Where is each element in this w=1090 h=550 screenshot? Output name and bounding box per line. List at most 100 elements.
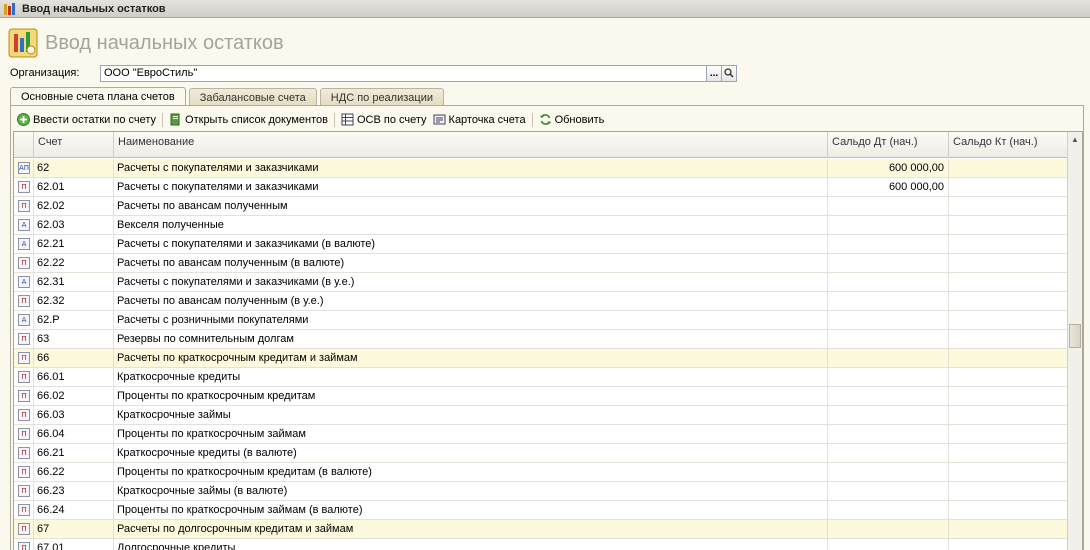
cell-credit[interactable] (949, 235, 1068, 254)
cell-name[interactable]: Краткосрочные займы (114, 406, 828, 425)
cell-name[interactable]: Расчеты по краткосрочным кредитам и займ… (114, 349, 828, 368)
cell-credit[interactable] (949, 406, 1068, 425)
cell-name[interactable]: Проценты по краткосрочным кредитам (в ва… (114, 463, 828, 482)
cell-name[interactable]: Расчеты с покупателями и заказчиками (114, 178, 828, 197)
cell-account[interactable]: 66.24 (34, 501, 114, 520)
tab-vat-sales[interactable]: НДС по реализации (319, 88, 444, 106)
cell-account[interactable]: 66.01 (34, 368, 114, 387)
cell-debit[interactable] (828, 539, 949, 550)
cell-name[interactable]: Векселя полученные (114, 216, 828, 235)
cell-debit[interactable] (828, 311, 949, 330)
header-debit[interactable]: Сальдо Дт (нач.) (828, 132, 949, 158)
cell-debit[interactable] (828, 235, 949, 254)
cell-credit[interactable] (949, 482, 1068, 501)
cell-account[interactable]: 62.22 (34, 254, 114, 273)
cell-credit[interactable] (949, 311, 1068, 330)
cell-credit[interactable] (949, 387, 1068, 406)
cell-account[interactable]: 62 (34, 159, 114, 178)
table-row[interactable]: П 67 Расчеты по долгосрочным кредитам и за… (14, 520, 1068, 539)
osv-button[interactable]: ОСВ по счету (338, 111, 430, 129)
cell-name[interactable]: Расчеты по авансам полученным (114, 197, 828, 216)
cell-name[interactable]: Расчеты с покупателями и заказчиками (в … (114, 235, 828, 254)
cell-debit[interactable] (828, 254, 949, 273)
table-row[interactable]: А 62.Р Расчеты с розничными покупателями (14, 311, 1068, 330)
cell-debit[interactable] (828, 501, 949, 520)
cell-name[interactable]: Проценты по краткосрочным займам (114, 425, 828, 444)
header-name[interactable]: Наименование (114, 132, 828, 158)
cell-credit[interactable] (949, 463, 1068, 482)
cell-account[interactable]: 66 (34, 349, 114, 368)
cell-debit[interactable] (828, 216, 949, 235)
table-row[interactable]: П 66.01 Краткосрочные кредиты (14, 368, 1068, 387)
table-row[interactable]: АП 62 Расчеты с покупателями и заказчиками… (14, 159, 1068, 178)
cell-credit[interactable] (949, 216, 1068, 235)
cell-debit[interactable] (828, 425, 949, 444)
cell-name[interactable]: Расчеты с покупателями и заказчиками (в … (114, 273, 828, 292)
cell-credit[interactable] (949, 197, 1068, 216)
cell-account[interactable]: 62.Р (34, 311, 114, 330)
cell-debit[interactable] (828, 463, 949, 482)
cell-debit[interactable] (828, 273, 949, 292)
cell-account[interactable]: 66.02 (34, 387, 114, 406)
cell-name[interactable]: Расчеты с розничными покупателями (114, 311, 828, 330)
table-row[interactable]: П 67.01 Долгосрочные кредиты (14, 539, 1068, 550)
cell-debit[interactable] (828, 482, 949, 501)
cell-name[interactable]: Краткосрочные кредиты (114, 368, 828, 387)
header-account[interactable]: Счет (34, 132, 114, 158)
cell-credit[interactable] (949, 273, 1068, 292)
open-documents-button[interactable]: Открыть список документов (166, 111, 331, 129)
tab-main-accounts[interactable]: Основные счета плана счетов (10, 87, 186, 106)
cell-debit[interactable] (828, 330, 949, 349)
table-row[interactable]: П 63 Резервы по сомнительным долгам (14, 330, 1068, 349)
table-row[interactable]: А 62.21 Расчеты с покупателями и заказчика… (14, 235, 1068, 254)
cell-debit[interactable] (828, 197, 949, 216)
cell-credit[interactable] (949, 425, 1068, 444)
cell-debit[interactable] (828, 292, 949, 311)
cell-debit[interactable]: 600 000,00 (828, 159, 949, 178)
cell-debit[interactable] (828, 368, 949, 387)
cell-name[interactable]: Расчеты по авансам полученным (в у.е.) (114, 292, 828, 311)
table-row[interactable]: П 62.32 Расчеты по авансам полученным (в у… (14, 292, 1068, 311)
cell-credit[interactable] (949, 444, 1068, 463)
cell-name[interactable]: Долгосрочные кредиты (114, 539, 828, 550)
cell-account[interactable]: 67 (34, 520, 114, 539)
cell-credit[interactable] (949, 159, 1068, 178)
cell-account[interactable]: 66.03 (34, 406, 114, 425)
scroll-up-icon[interactable]: ▲ (1068, 132, 1082, 147)
cell-debit[interactable]: 600 000,00 (828, 178, 949, 197)
cell-account[interactable]: 66.21 (34, 444, 114, 463)
cell-name[interactable]: Расчеты с покупателями и заказчиками (114, 159, 828, 178)
cell-credit[interactable] (949, 330, 1068, 349)
cell-name[interactable]: Краткосрочные займы (в валюте) (114, 482, 828, 501)
table-row[interactable]: П 66.04 Проценты по краткосрочным займам (14, 425, 1068, 444)
table-row[interactable]: А 62.03 Векселя полученные (14, 216, 1068, 235)
table-row[interactable]: П 62.01 Расчеты с покупателями и заказчика… (14, 178, 1068, 197)
cell-credit[interactable] (949, 254, 1068, 273)
cell-credit[interactable] (949, 349, 1068, 368)
cell-name[interactable]: Резервы по сомнительным долгам (114, 330, 828, 349)
cell-credit[interactable] (949, 501, 1068, 520)
account-card-button[interactable]: Карточка счета (430, 111, 529, 129)
cell-account[interactable]: 63 (34, 330, 114, 349)
table-row[interactable]: П 66.22 Проценты по краткосрочным кредитам… (14, 463, 1068, 482)
cell-credit[interactable] (949, 178, 1068, 197)
table-row[interactable]: П 66.02 Проценты по краткосрочным кредитам (14, 387, 1068, 406)
cell-name[interactable]: Проценты по краткосрочным займам (в валю… (114, 501, 828, 520)
table-row[interactable]: А 62.31 Расчеты с покупателями и заказчика… (14, 273, 1068, 292)
cell-account[interactable]: 66.23 (34, 482, 114, 501)
cell-name[interactable]: Расчеты по авансам полученным (в валюте) (114, 254, 828, 273)
cell-account[interactable]: 66.04 (34, 425, 114, 444)
organization-select-button[interactable]: ... (707, 64, 722, 82)
cell-account[interactable]: 62.31 (34, 273, 114, 292)
organization-field[interactable]: ООО "ЕвроСтиль" (100, 64, 707, 82)
cell-account[interactable]: 62.02 (34, 197, 114, 216)
cell-debit[interactable] (828, 387, 949, 406)
refresh-button[interactable]: Обновить (536, 111, 608, 129)
cell-account[interactable]: 62.03 (34, 216, 114, 235)
tab-off-balance-accounts[interactable]: Забалансовые счета (188, 88, 317, 106)
scroll-thumb[interactable] (1069, 324, 1081, 348)
cell-credit[interactable] (949, 520, 1068, 539)
table-row[interactable]: П 66.21 Краткосрочные кредиты (в валюте) (14, 444, 1068, 463)
cell-credit[interactable] (949, 539, 1068, 550)
cell-credit[interactable] (949, 368, 1068, 387)
